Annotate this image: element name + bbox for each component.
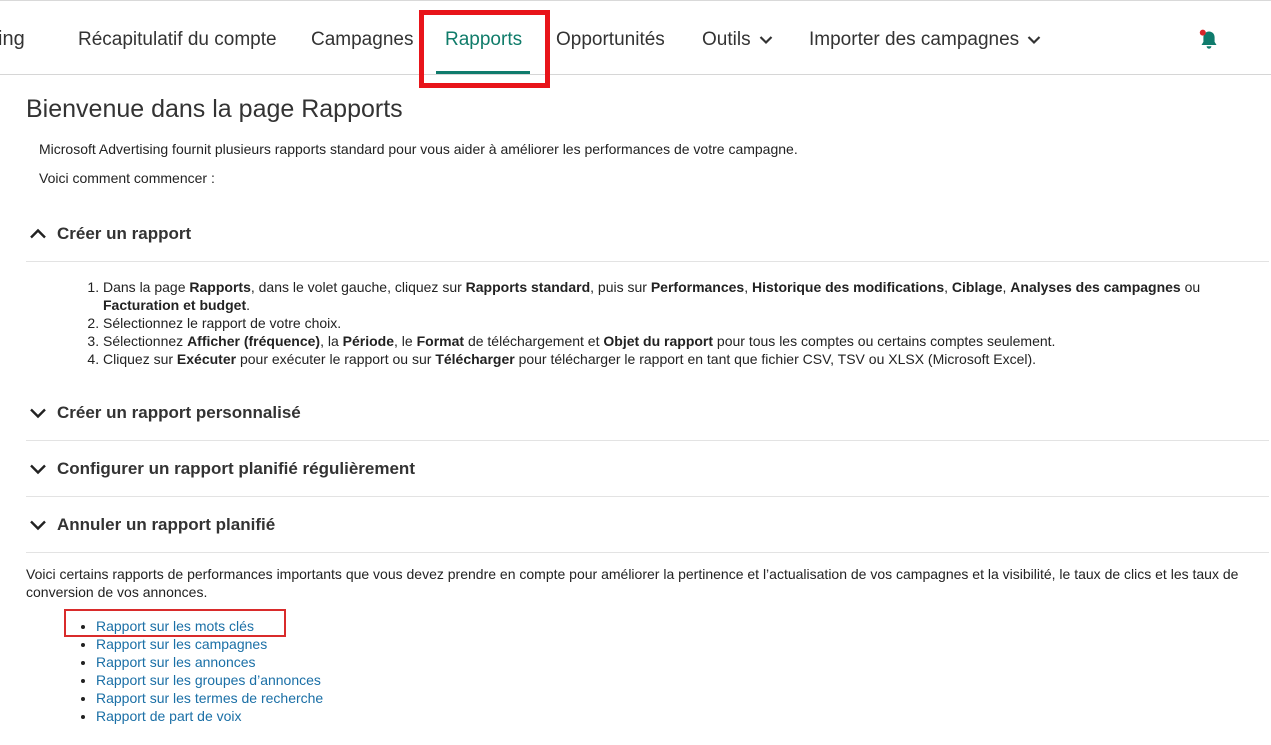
list-item: Rapport sur les groupes d’annonces — [96, 671, 323, 689]
link-ads-report[interactable]: Rapport sur les annonces — [96, 654, 256, 670]
page-title: Bienvenue dans la page Rapports — [26, 95, 403, 123]
list-item: Sélectionnez Afficher (fréquence), la Pé… — [103, 332, 1268, 350]
nav-tab-label: Outils — [702, 29, 751, 50]
list-item: Cliquez sur Exécuter pour exécuter le ra… — [103, 350, 1268, 368]
steps-list: Dans la page Rapports, dans le volet gau… — [68, 278, 1268, 368]
list-item: Rapport sur les campagnes — [96, 635, 323, 653]
nav-tab-label: Campagnes — [311, 29, 414, 50]
section-title: Créer un rapport personnalisé — [57, 402, 301, 422]
intro-text: Microsoft Advertising fournit plusieurs … — [39, 141, 798, 157]
chevron-down-icon — [759, 36, 772, 45]
chevron-down-icon — [30, 464, 46, 474]
nav-tab-tools[interactable]: Outils — [702, 29, 773, 51]
section-schedule-report[interactable]: Configurer un rapport planifié régulière… — [26, 441, 1269, 497]
list-item: Rapport sur les annonces — [96, 653, 323, 671]
bell-icon[interactable] — [1198, 29, 1220, 51]
chevron-down-icon — [30, 520, 46, 530]
list-item: Dans la page Rapports, dans le volet gau… — [103, 278, 1268, 314]
link-search-terms-report[interactable]: Rapport sur les termes de recherche — [96, 690, 323, 706]
list-item: Rapport sur les termes de recherche — [96, 689, 323, 707]
intro-getting-started: Voici comment commencer : — [39, 170, 215, 186]
link-ad-groups-report[interactable]: Rapport sur les groupes d’annonces — [96, 672, 321, 688]
list-item: Sélectionnez le rapport de votre choix. — [103, 314, 1268, 332]
section-create-report[interactable]: Créer un rapport — [26, 206, 1269, 262]
link-campaigns-report[interactable]: Rapport sur les campagnes — [96, 636, 267, 652]
highlight-box — [64, 609, 286, 637]
nav-tab-opportunities[interactable]: Opportunités — [556, 29, 665, 51]
section-title: Annuler un rapport planifié — [57, 514, 276, 534]
top-navigation: ing Récapitulatif du compte Campagnes Ra… — [0, 0, 1271, 75]
chevron-up-icon — [30, 228, 46, 238]
nav-tab-label: Importer des campagnes — [809, 29, 1020, 50]
section-title: Configurer un rapport planifié régulière… — [57, 458, 415, 478]
nav-tab-campaigns[interactable]: Campagnes — [311, 29, 413, 51]
chevron-down-icon — [30, 408, 46, 418]
section-cancel-scheduled-report[interactable]: Annuler un rapport planifié — [26, 497, 1269, 553]
nav-tab-import-campaigns[interactable]: Importer des campagnes — [809, 29, 1041, 51]
nav-tab-account-summary[interactable]: Récapitulatif du compte — [78, 29, 277, 51]
list-item: Rapport de part de voix — [96, 707, 323, 725]
nav-tab-label: Opportunités — [556, 29, 665, 50]
chevron-down-icon — [1027, 36, 1041, 45]
brand-logo-text[interactable]: ing — [0, 28, 25, 51]
link-share-of-voice-report[interactable]: Rapport de part de voix — [96, 708, 242, 724]
nav-tab-label: Récapitulatif du compte — [78, 29, 277, 50]
section-create-custom-report[interactable]: Créer un rapport personnalisé — [26, 385, 1269, 441]
section-title: Créer un rapport — [57, 223, 192, 243]
highlight-box — [419, 10, 550, 88]
performance-reports-text: Voici certains rapports de performances … — [26, 566, 1239, 600]
